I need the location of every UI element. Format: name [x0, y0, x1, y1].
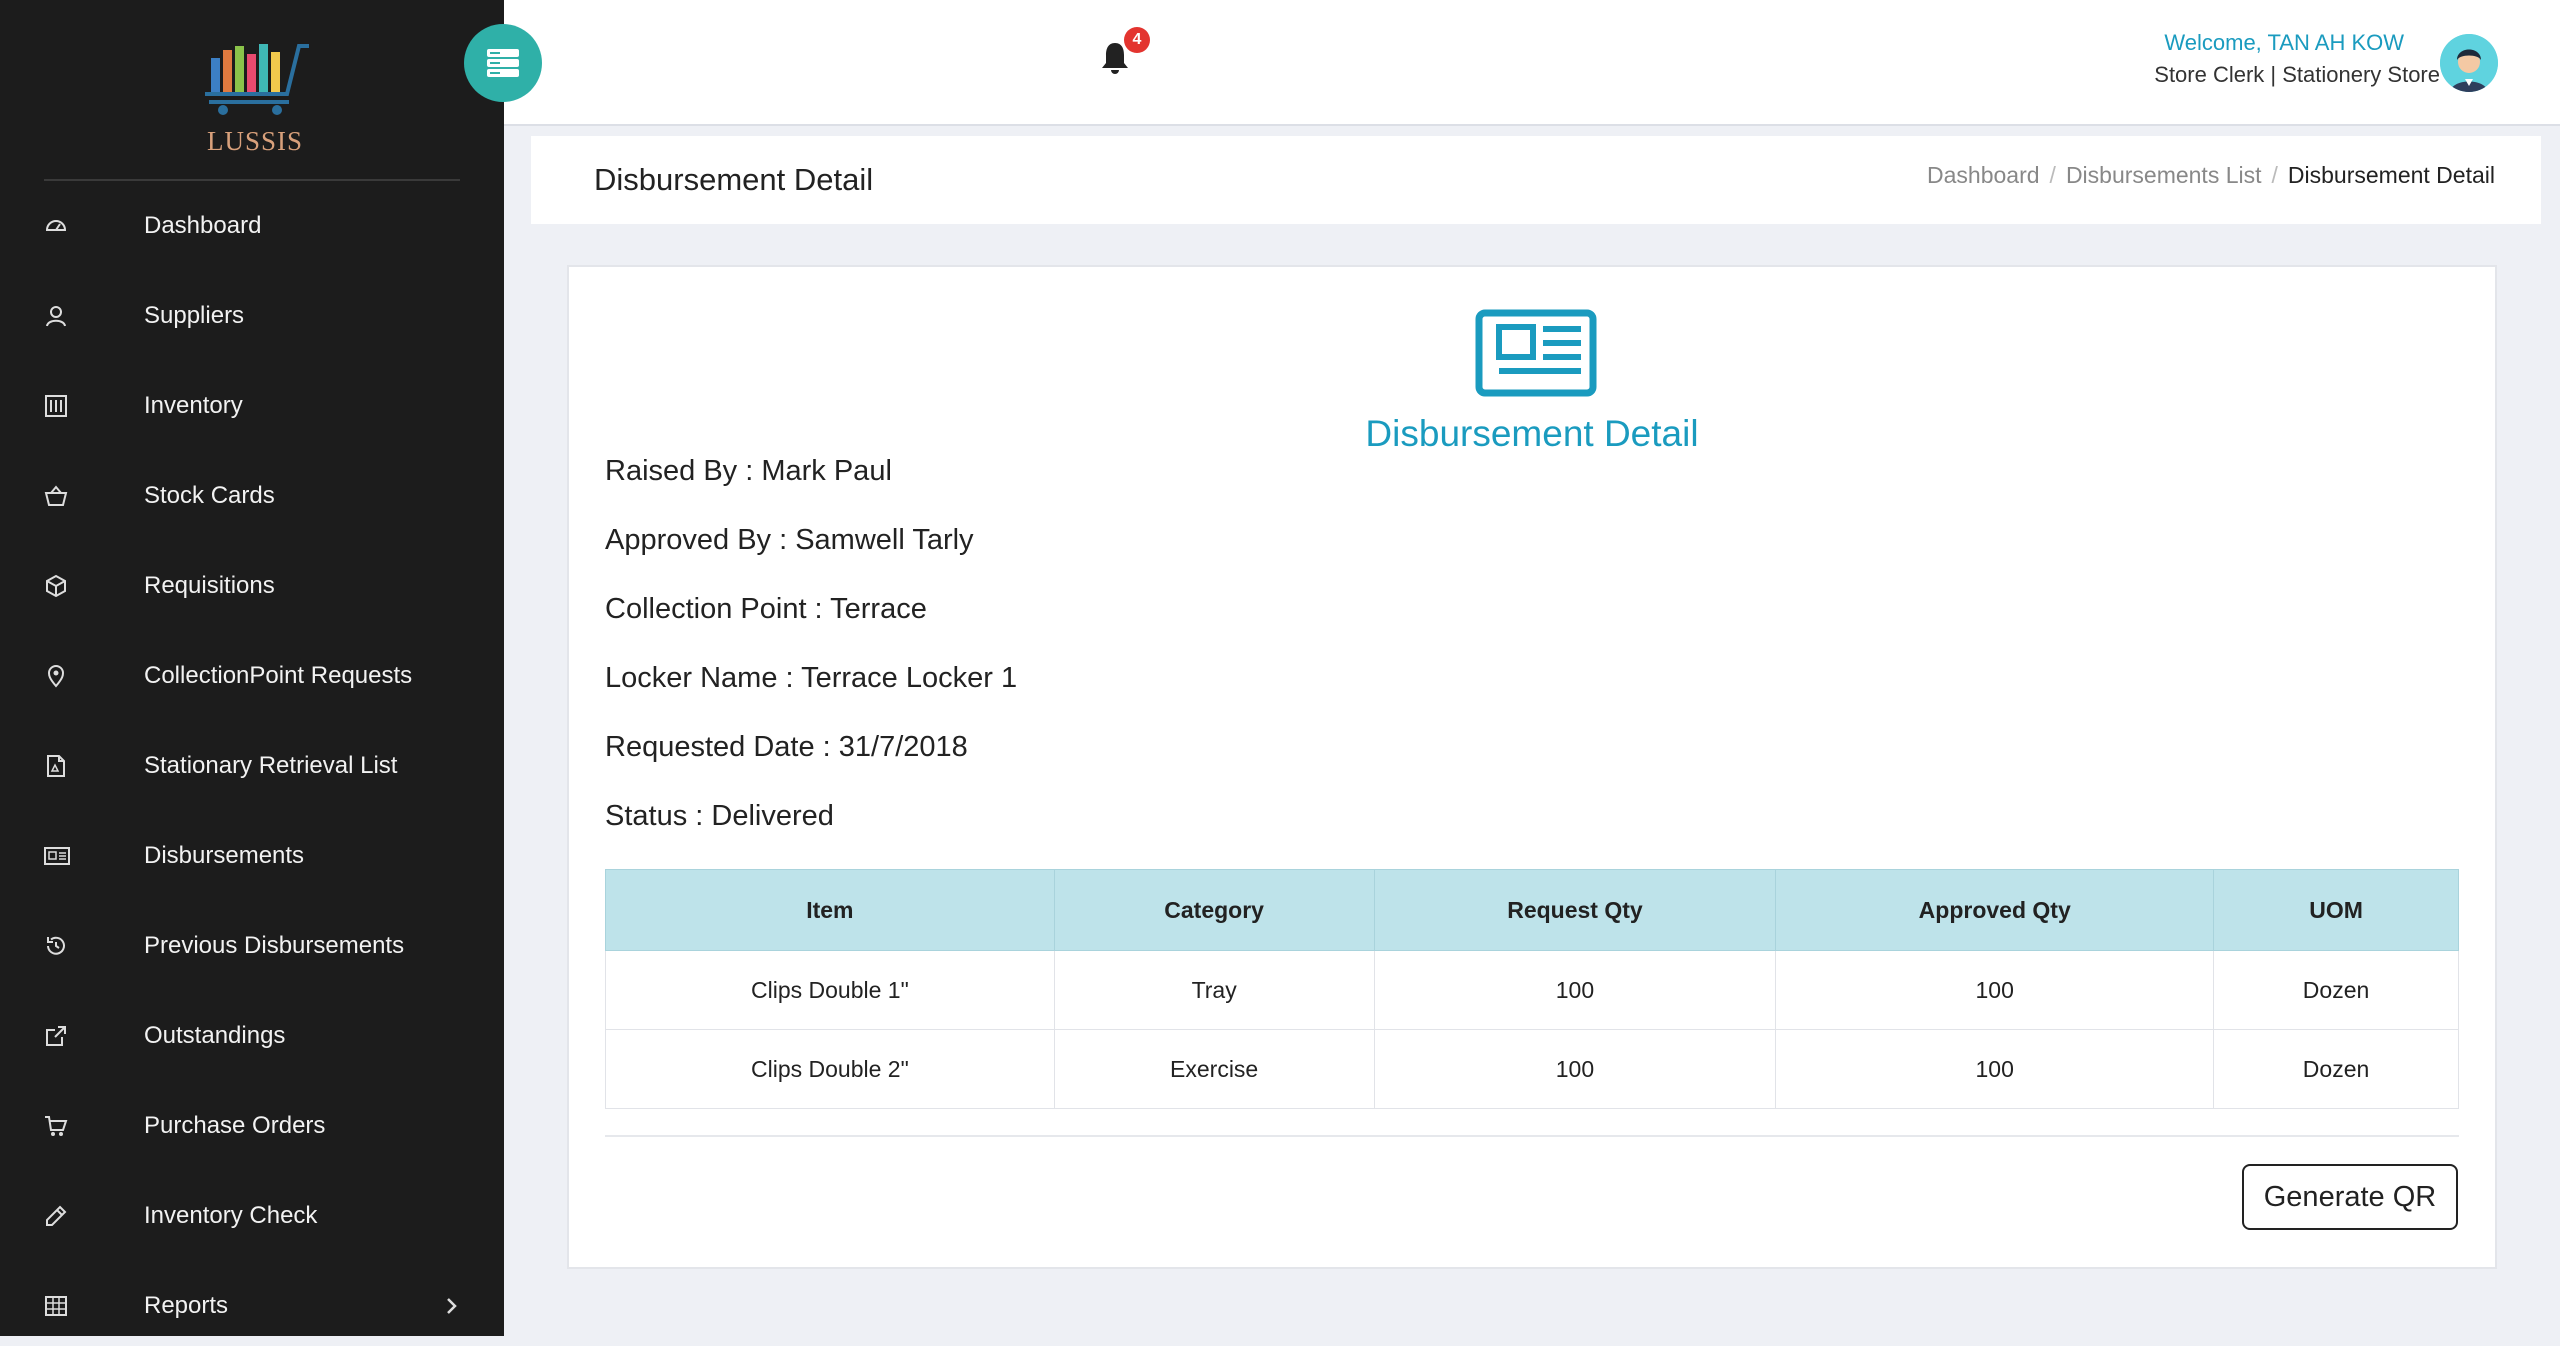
sidebar-item-inventory[interactable]: Inventory [0, 366, 504, 446]
generate-qr-button[interactable]: Generate QR [2242, 1164, 2458, 1230]
sidebar-item-label: Suppliers [144, 302, 245, 329]
breadcrumb-separator: / [2271, 162, 2278, 188]
inventory-icon [44, 394, 68, 418]
status-text: Status : Delivered [605, 800, 834, 832]
table-icon [44, 1294, 68, 1318]
cell-request-qty: 100 [1373, 1029, 1777, 1109]
cell-uom: Dozen [2213, 950, 2459, 1030]
breadcrumb: Dashboard / Disbursements List / Disbursemen… [1927, 162, 2495, 189]
welcome-text: Welcome, TAN AH KOW [2164, 30, 2404, 55]
cell-approved-qty: 100 [1775, 950, 2215, 1030]
page-header: Disbursement Detail Dashboard / Disburseme… [531, 136, 2541, 224]
cell-approved-qty: 100 [1775, 1029, 2215, 1109]
pdf-file-icon [44, 754, 68, 778]
column-header-request-qty[interactable]: Request Qty [1373, 869, 1777, 951]
sidebar: LUSSIS Dashboard Suppliers Inventory Sto… [0, 0, 504, 1336]
sidebar-item-label: Purchase Orders [144, 1112, 326, 1139]
locker-name-text: Locker Name : Terrace Locker 1 [605, 662, 1018, 694]
notification-badge: 4 [1124, 27, 1150, 53]
user-avatar-icon [2440, 34, 2498, 92]
basket-icon [44, 484, 68, 508]
disbursement-detail-card: Disbursement Detail Raised By : Mark Pau… [567, 265, 2497, 1269]
external-link-icon [44, 1024, 68, 1048]
cell-category: Tray [1053, 950, 1375, 1030]
sidebar-item-label: Disbursements [144, 842, 305, 869]
sidebar-item-label: Inventory [144, 392, 243, 419]
sidebar-item-label: Reports [144, 1292, 229, 1319]
breadcrumb-disbursements-list-link[interactable]: Disbursements List [2066, 162, 2262, 188]
card-divider [605, 1135, 2459, 1137]
sidebar-item-previous-disbursements[interactable]: Previous Disbursements [0, 906, 504, 986]
page-title: Disbursement Detail [594, 162, 874, 197]
cell-category: Exercise [1053, 1029, 1375, 1109]
cart-icon [44, 1114, 68, 1138]
sidebar-item-label: Dashboard [144, 212, 262, 239]
sidebar-item-label: Requisitions [144, 572, 275, 599]
approved-by-text: Approved By : Samwell Tarly [605, 524, 974, 556]
cart-logo-icon [205, 44, 309, 115]
sidebar-item-purchase-orders[interactable]: Purchase Orders [0, 1086, 504, 1166]
requested-date-text: Requested Date : 31/7/2018 [605, 731, 968, 763]
user-icon [44, 304, 68, 328]
cell-uom: Dozen [2213, 1029, 2459, 1109]
location-icon [44, 664, 68, 688]
cell-request-qty: 100 [1373, 950, 1777, 1030]
raised-by-text: Raised By : Mark Paul [605, 455, 892, 487]
sidebar-item-disbursements[interactable]: Disbursements [0, 816, 504, 896]
sidebar-item-suppliers[interactable]: Suppliers [0, 276, 504, 356]
collection-point-text: Collection Point : Terrace [605, 593, 927, 625]
sidebar-item-stock-cards[interactable]: Stock Cards [0, 456, 504, 536]
breadcrumb-dashboard-link[interactable]: Dashboard [1927, 162, 2040, 188]
sidebar-item-outstandings[interactable]: Outstandings [0, 996, 504, 1076]
newspaper-icon [1473, 309, 1599, 402]
column-header-uom[interactable]: UOM [2213, 869, 2459, 951]
column-header-approved-qty[interactable]: Approved Qty [1775, 869, 2215, 951]
cell-item: Clips Double 1" [605, 950, 1055, 1030]
disbursement-items-table: Item Category Request Qty Approved Qty U… [605, 869, 2459, 1109]
sidebar-item-label: Outstandings [144, 1022, 286, 1049]
sidebar-item-collectionpoint-requests[interactable]: CollectionPoint Requests [0, 636, 504, 716]
history-icon [44, 934, 68, 958]
sidebar-item-stationary-retrieval-list[interactable]: Stationary Retrieval List [0, 726, 504, 806]
sidebar-item-inventory-check[interactable]: Inventory Check [0, 1176, 504, 1256]
sidebar-item-label: Inventory Check [144, 1202, 318, 1229]
sidebar-item-reports[interactable]: Reports [0, 1266, 504, 1346]
sidebar-item-label: Previous Disbursements [144, 932, 405, 959]
newspaper-icon [44, 844, 70, 868]
avatar[interactable] [2440, 34, 2498, 92]
column-header-category[interactable]: Category [1053, 869, 1375, 951]
server-menu-icon [487, 49, 519, 77]
box-icon [44, 574, 68, 598]
dashboard-icon [44, 214, 68, 238]
sidebar-item-label: Stock Cards [144, 482, 275, 509]
sidebar-divider [44, 179, 460, 181]
cell-item: Clips Double 2" [605, 1029, 1055, 1109]
sidebar-item-requisitions[interactable]: Requisitions [0, 546, 504, 626]
table-row: Clips Double 2" Exercise 100 100 Dozen [605, 1029, 2459, 1109]
table-header-row: Item Category Request Qty Approved Qty U… [605, 869, 2459, 951]
card-heading: Disbursement Detail [1365, 413, 1699, 454]
sidebar-item-dashboard[interactable]: Dashboard [0, 186, 504, 266]
topbar: 4 Welcome, TAN AH KOW Store Clerk | Stat… [504, 0, 2560, 126]
table-row: Clips Double 1" Tray 100 100 Dozen [605, 950, 2459, 1030]
pencil-icon [44, 1204, 68, 1228]
menu-toggle-button[interactable] [464, 24, 542, 102]
breadcrumb-current: Disbursement Detail [2287, 162, 2495, 188]
user-role-text: Store Clerk | Stationery Store [2154, 62, 2440, 87]
brand-logo[interactable]: LUSSIS [195, 38, 315, 158]
sidebar-item-label: CollectionPoint Requests [144, 662, 413, 689]
chevron-right-icon [444, 1294, 460, 1323]
brand-name: LUSSIS [206, 126, 304, 156]
sidebar-item-label: Stationary Retrieval List [144, 752, 398, 779]
breadcrumb-separator: / [2049, 162, 2056, 188]
column-header-item[interactable]: Item [605, 869, 1055, 951]
